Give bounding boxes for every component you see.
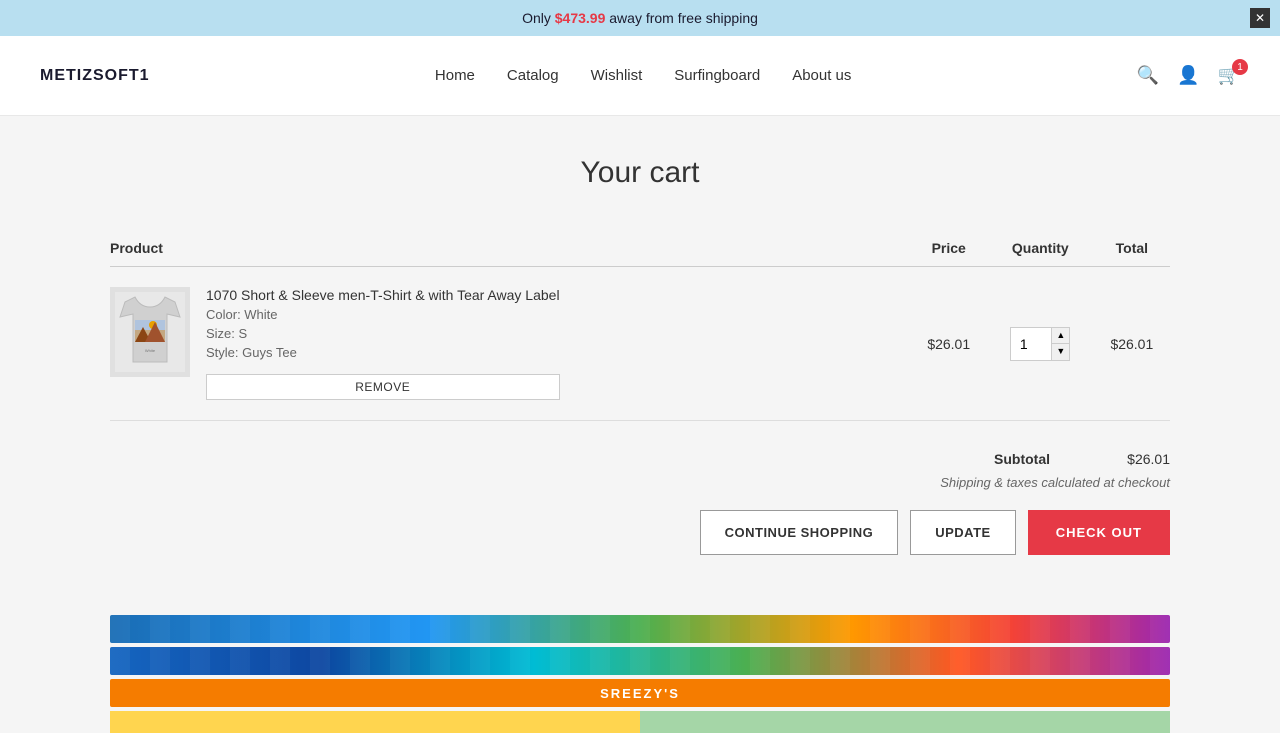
product-image: White: [110, 287, 190, 377]
search-button[interactable]: 🔍: [1137, 65, 1159, 86]
account-button[interactable]: 👤: [1177, 65, 1199, 86]
table-row: White 1070 Short & Sleeve men-T-Shirt & …: [110, 267, 1170, 421]
nav-wishlist[interactable]: Wishlist: [591, 67, 643, 84]
banner-strip-4: [110, 711, 1170, 733]
cart-actions: CONTINUE SHOPPING UPDATE CHECK OUT: [110, 510, 1170, 555]
cart-summary: Subtotal $26.01 Shipping & taxes calcula…: [110, 451, 1170, 490]
qty-up-button[interactable]: ▲: [1051, 328, 1069, 344]
update-button[interactable]: UPDATE: [910, 510, 1015, 555]
item-total: $26.01: [1094, 267, 1170, 421]
nav-about[interactable]: About us: [792, 67, 851, 84]
checkout-button[interactable]: CHECK OUT: [1028, 510, 1170, 555]
qty-down-button[interactable]: ▼: [1051, 344, 1069, 360]
item-price: $26.01: [911, 267, 987, 421]
banner-close-button[interactable]: ✕: [1250, 8, 1270, 28]
subtotal-value: $26.01: [1110, 451, 1170, 467]
quantity-stepper[interactable]: ▲ ▼: [1010, 327, 1070, 361]
subtotal-label: Subtotal: [994, 451, 1050, 467]
subtotal-row: Subtotal $26.01: [994, 451, 1170, 467]
nav-catalog[interactable]: Catalog: [507, 67, 559, 84]
col-product: Product: [110, 230, 911, 267]
svg-text:White: White: [145, 348, 156, 353]
banner-text: Only $473.99 away from free shipping: [522, 10, 758, 26]
cart-badge: 1: [1232, 59, 1248, 75]
col-price: Price: [911, 230, 987, 267]
banner-left: [110, 711, 640, 733]
product-name: 1070 Short & Sleeve men-T-Shirt & with T…: [206, 287, 560, 303]
product-cell: White 1070 Short & Sleeve men-T-Shirt & …: [110, 287, 911, 400]
shipping-note: Shipping & taxes calculated at checkout: [940, 475, 1170, 490]
banner-strip-3: SREEZY'S: [110, 679, 1170, 707]
header-icons: 🔍 👤 🛒 1: [1137, 65, 1240, 86]
logo: METIZSOFT1: [40, 67, 150, 85]
nav-home[interactable]: Home: [435, 67, 475, 84]
col-quantity: Quantity: [987, 230, 1094, 267]
main-nav: Home Catalog Wishlist Surfingboard About…: [435, 67, 852, 84]
nav-surfingboard[interactable]: Surfingboard: [674, 67, 760, 84]
product-size: Size: S: [206, 326, 560, 341]
quantity-input[interactable]: [1011, 328, 1051, 360]
cart-table: Product Price Quantity Total: [110, 230, 1170, 421]
banner-strip-1: [110, 615, 1170, 643]
top-banner: Only $473.99 away from free shipping ✕: [0, 0, 1280, 36]
main-content: Your cart Product Price Quantity Total: [90, 116, 1190, 615]
banner-right: [640, 711, 1170, 733]
page-title: Your cart: [110, 156, 1170, 190]
col-total: Total: [1094, 230, 1170, 267]
product-thumbnail: White: [115, 292, 185, 372]
nav-list: Home Catalog Wishlist Surfingboard About…: [435, 67, 852, 84]
brand-text: SREEZY'S: [600, 686, 680, 701]
banner-strip-2: [110, 647, 1170, 675]
remove-button[interactable]: REMOVE: [206, 374, 560, 400]
header: METIZSOFT1 Home Catalog Wishlist Surfing…: [0, 36, 1280, 116]
user-icon: 👤: [1177, 65, 1199, 85]
product-color: Color: White: [206, 307, 560, 322]
product-info: 1070 Short & Sleeve men-T-Shirt & with T…: [206, 287, 560, 400]
product-style: Style: Guys Tee: [206, 345, 560, 360]
continue-shopping-button[interactable]: CONTINUE SHOPPING: [700, 510, 899, 555]
qty-spinners: ▲ ▼: [1051, 328, 1069, 360]
item-quantity: ▲ ▼: [987, 267, 1094, 421]
bottom-banners: SREEZY'S: [90, 615, 1190, 733]
search-icon: 🔍: [1137, 65, 1159, 85]
cart-button[interactable]: 🛒 1: [1218, 65, 1240, 86]
